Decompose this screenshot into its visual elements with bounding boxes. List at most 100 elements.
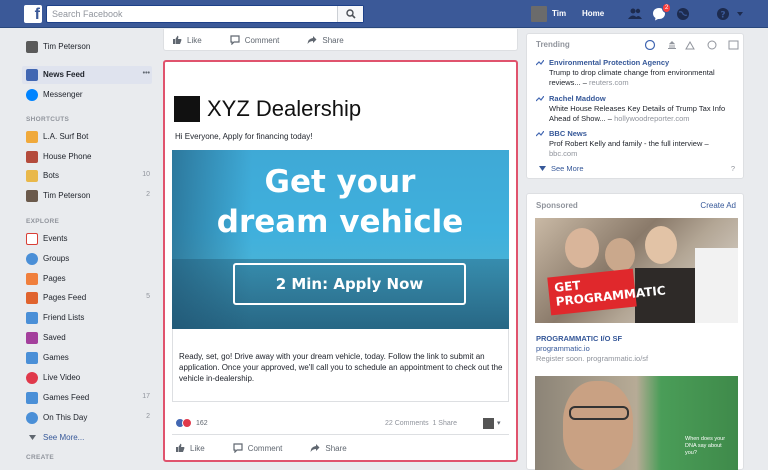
post-hero-image[interactable]: Get your dream vehicle 2 Min: Apply Now — [172, 150, 509, 329]
search-icon — [346, 9, 356, 19]
previous-post-actions: Like Comment Share — [163, 29, 518, 51]
groups-icon — [26, 253, 38, 265]
trending-panel: Trending Environmental Protection Agency… — [526, 33, 744, 179]
comment-button[interactable]: Comment — [230, 35, 279, 45]
share-as-avatar[interactable] — [483, 418, 494, 429]
sponsored-heading: Sponsored — [536, 201, 578, 210]
share-label: Share — [322, 35, 344, 45]
comments-count-text: 22 Comments — [385, 420, 429, 427]
create-heading: CREATE — [26, 454, 55, 461]
games-feed-icon — [26, 392, 38, 404]
see-more-link[interactable]: See More... — [43, 433, 84, 442]
sidebar-item-bots[interactable]: Bots 10 — [22, 167, 152, 185]
profile-link[interactable]: Tim — [552, 9, 566, 18]
help-icon[interactable]: ? — [716, 7, 730, 21]
create-ad-link[interactable]: Create Ad — [700, 201, 736, 210]
post-author[interactable]: XYZ Dealership — [207, 96, 361, 122]
sidebar-item-profile[interactable]: Tim Peterson — [22, 38, 152, 56]
sidebar-item-count: 2 — [146, 413, 150, 420]
share-label: Share — [325, 443, 347, 453]
sidebar-item-house-phone[interactable]: House Phone — [22, 148, 152, 166]
sidebar-item-friend-lists[interactable]: Friend Lists — [22, 309, 152, 327]
profile-icon — [26, 190, 38, 202]
more-options-icon[interactable]: ••• — [143, 70, 150, 77]
like-button[interactable]: Like — [172, 35, 202, 45]
sidebar-item-label: Live Video — [43, 373, 81, 382]
ad-title[interactable]: PROGRAMMATIC I/O SF — [536, 334, 622, 343]
sidebar-see-more[interactable]: See More... — [22, 429, 152, 447]
comments-count[interactable]: 22 Comments 1 Share — [385, 420, 457, 427]
trending-source: hollywoodreporter.com — [614, 114, 690, 123]
trending-topic[interactable]: BBC News — [549, 129, 587, 138]
sidebar-item-saved[interactable]: Saved — [22, 329, 152, 347]
share-button[interactable]: Share — [310, 443, 347, 453]
sidebar-item-label: Tim Peterson — [43, 191, 91, 200]
trending-arrow-icon — [536, 60, 544, 66]
reactions-summary[interactable]: 162 — [175, 418, 208, 428]
sidebar-item-games-feed[interactable]: Games Feed 17 — [22, 389, 152, 407]
sidebar-item-tim-peterson[interactable]: Tim Peterson 2 — [22, 187, 152, 205]
thumbs-up-icon — [173, 35, 182, 44]
chevron-down-icon[interactable]: ▾ — [497, 419, 501, 427]
pages-feed-icon — [26, 292, 38, 304]
reaction-count: 162 — [196, 419, 208, 427]
apply-now-button[interactable]: 2 Min: Apply Now — [233, 263, 466, 305]
ad-url[interactable]: programmatic.io — [536, 344, 590, 353]
search-button[interactable] — [337, 6, 363, 22]
user-avatar[interactable] — [531, 6, 547, 22]
trending-category-icons[interactable] — [645, 40, 741, 50]
facebook-logo[interactable]: f — [24, 5, 42, 23]
sponsored-post: XYZ Dealership Hi Everyone, Apply for fi… — [163, 60, 518, 462]
trending-topic[interactable]: Rachel Maddow — [549, 94, 606, 103]
sidebar-item-count: 10 — [142, 171, 150, 178]
sidebar-item-on-this-day[interactable]: On This Day 2 — [22, 409, 152, 427]
search-placeholder[interactable]: Search Facebook — [52, 9, 123, 19]
trending-topic[interactable]: Environmental Protection Agency — [549, 58, 669, 67]
sidebar-item-groups[interactable]: Groups — [22, 250, 152, 268]
home-link[interactable]: Home — [582, 9, 604, 18]
share-icon — [310, 444, 320, 452]
bots-icon — [26, 170, 38, 182]
search-input[interactable]: Search Facebook — [46, 5, 364, 23]
explore-heading: EXPLORE — [26, 218, 60, 225]
notifications-icon[interactable] — [676, 7, 690, 21]
svg-text:?: ? — [720, 11, 725, 21]
trending-arrow-icon — [536, 96, 544, 102]
sidebar-item-live-video[interactable]: Live Video — [22, 369, 152, 387]
sidebar-item-label: Saved — [43, 333, 66, 342]
sidebar-item-events[interactable]: Events — [22, 230, 152, 248]
trending-see-more[interactable]: See More — [551, 164, 584, 173]
saved-icon — [26, 332, 38, 344]
chevron-down-icon[interactable] — [736, 10, 744, 18]
sidebar-item-messenger[interactable]: Messenger — [22, 86, 152, 104]
sidebar-item-pages[interactable]: Pages — [22, 270, 152, 288]
dealership-logo[interactable] — [174, 96, 200, 122]
sidebar-item-label: Friend Lists — [43, 313, 85, 322]
trending-headline: Trump to drop climate change from enviro… — [549, 68, 715, 87]
share-button[interactable]: Share — [307, 35, 344, 45]
ad-description: Register soon. programmatic.io/sf — [536, 354, 649, 363]
news-feed-icon — [26, 69, 38, 81]
sidebar-item-surf-bot[interactable]: L.A. Surf Bot — [22, 128, 152, 146]
ad-image-conference[interactable]: GET PROGRAMMATIC — [535, 218, 738, 323]
comment-label: Comment — [247, 443, 283, 453]
sidebar-item-games[interactable]: Games — [22, 349, 152, 367]
trending-help-icon[interactable]: ? — [731, 164, 735, 173]
surf-bot-icon — [26, 131, 38, 143]
love-reaction-icon — [182, 418, 192, 428]
sidebar-item-label: News Feed — [43, 70, 85, 79]
chevron-down-icon — [539, 166, 546, 171]
sidebar-item-pages-feed[interactable]: Pages Feed 5 — [22, 289, 152, 307]
like-label: Like — [190, 443, 205, 453]
sidebar-item-label: Events — [43, 234, 68, 243]
ad-face-shape — [563, 381, 633, 470]
sidebar-item-news-feed[interactable]: News Feed ••• — [22, 66, 152, 84]
ad-glasses-shape — [569, 406, 629, 420]
comment-button[interactable]: Comment — [233, 443, 283, 453]
thumbs-up-icon — [176, 443, 185, 452]
ad-image-portrait[interactable]: When does your DNA say about you? — [535, 376, 738, 470]
sidebar-item-label: L.A. Surf Bot — [43, 132, 89, 141]
like-button[interactable]: Like — [175, 443, 205, 453]
ad-person-shape — [565, 228, 599, 268]
friend-requests-icon[interactable] — [628, 7, 642, 21]
